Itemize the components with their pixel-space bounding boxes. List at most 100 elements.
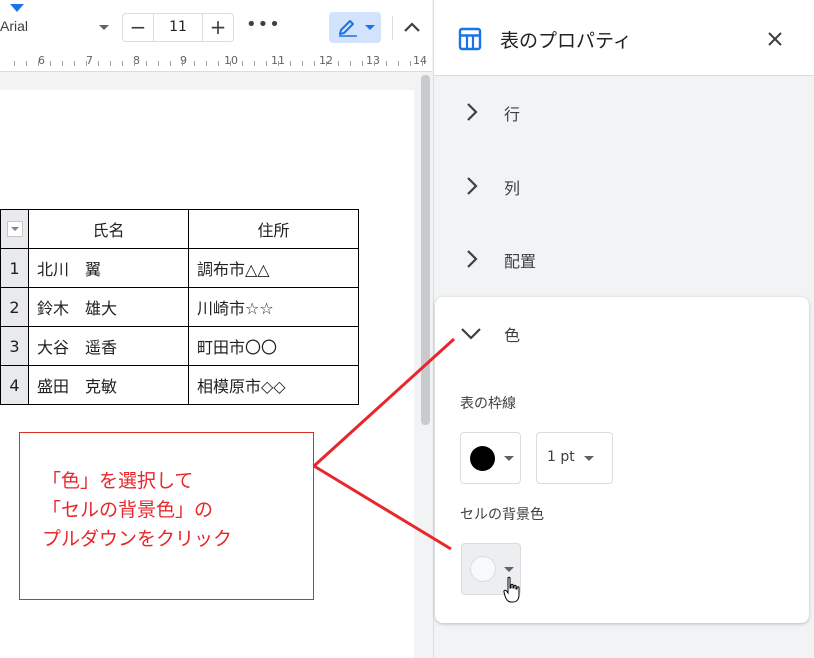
ruler-tick bbox=[350, 61, 351, 66]
ruler-tick bbox=[146, 61, 147, 66]
border-color-dropdown[interactable] bbox=[460, 432, 521, 484]
ruler-tick bbox=[86, 61, 87, 66]
pencil-icon bbox=[339, 20, 357, 37]
document-table[interactable]: 氏名 住所 1 北川 翼 調布市△△ 2 鈴木 雄大 川崎市☆☆ 3 大谷 遥香… bbox=[0, 209, 359, 405]
editing-mode-button[interactable] bbox=[329, 12, 381, 43]
name-cell[interactable]: 盛田 克敏 bbox=[28, 365, 189, 405]
section-color-label: 色 bbox=[504, 326, 521, 345]
ruler-number: 6 bbox=[38, 54, 45, 67]
increase-font-size-button[interactable]: + bbox=[203, 14, 233, 41]
table-row: 3 大谷 遥香 町田市〇〇 bbox=[0, 326, 359, 366]
table-header-row: 氏名 住所 bbox=[0, 209, 359, 249]
row-number[interactable]: 2 bbox=[0, 287, 29, 327]
ruler-tick bbox=[206, 61, 207, 66]
ruler-tick bbox=[362, 61, 363, 66]
font-size-stepper: − 11 + bbox=[122, 13, 234, 42]
ruler-tick bbox=[266, 61, 267, 66]
ruler-tick bbox=[302, 61, 303, 66]
section-alignment-label: 配置 bbox=[504, 252, 537, 271]
annotation-box: 「色」を選択して 「セルの背景色」の プルダウンをクリック bbox=[19, 432, 314, 600]
ruler-tick bbox=[62, 61, 63, 66]
ruler-tick bbox=[26, 61, 27, 66]
ruler-tick bbox=[122, 61, 123, 66]
ruler-tick bbox=[14, 61, 15, 66]
ruler-tick bbox=[110, 61, 111, 66]
header-cell-name[interactable]: 氏名 bbox=[28, 209, 189, 249]
row-number[interactable]: 4 bbox=[0, 365, 29, 405]
ruler-tick bbox=[170, 61, 171, 66]
header-cell-address[interactable]: 住所 bbox=[188, 209, 359, 249]
document-scrollbar[interactable] bbox=[421, 75, 430, 425]
ruler-tick bbox=[422, 61, 423, 66]
chevron-up-icon[interactable] bbox=[403, 19, 421, 35]
ruler-tick bbox=[386, 61, 387, 66]
border-color-swatch bbox=[470, 446, 495, 471]
ruler-tick bbox=[182, 61, 183, 66]
more-options-button[interactable]: ••• bbox=[246, 14, 281, 35]
table-border-label: 表の枠線 bbox=[460, 396, 516, 412]
table-row: 4 盛田 克敏 相模原市◇◇ bbox=[0, 365, 359, 405]
row-number[interactable]: 3 bbox=[0, 326, 29, 366]
ruler-tick bbox=[50, 61, 51, 66]
annotation-text: 「色」を選択して 「セルの背景色」の プルダウンをクリック bbox=[42, 470, 233, 550]
editing-mode-dropdown-icon bbox=[365, 25, 375, 30]
ruler-tick bbox=[278, 61, 279, 66]
cell-background-swatch bbox=[470, 556, 496, 582]
section-row-label: 行 bbox=[504, 105, 521, 124]
table-row: 1 北川 翼 調布市△△ bbox=[0, 248, 359, 288]
section-color-header[interactable] bbox=[435, 297, 809, 367]
ruler-tick bbox=[134, 61, 135, 66]
ruler-tick bbox=[230, 61, 231, 66]
chevron-down-icon bbox=[461, 328, 481, 340]
address-cell[interactable]: 相模原市◇◇ bbox=[188, 365, 359, 405]
ruler-tick bbox=[158, 61, 159, 66]
decrease-font-size-button[interactable]: − bbox=[123, 14, 153, 41]
table-icon bbox=[458, 27, 482, 51]
ruler-number: 10 bbox=[224, 54, 238, 67]
dropdown-arrow-icon bbox=[504, 456, 514, 461]
chevron-right-icon bbox=[467, 250, 478, 268]
ruler-tick bbox=[374, 61, 375, 66]
table-row: 2 鈴木 雄大 川崎市☆☆ bbox=[0, 287, 359, 327]
chevron-right-icon bbox=[467, 177, 478, 195]
ruler-tick bbox=[290, 61, 291, 66]
address-cell[interactable]: 町田市〇〇 bbox=[188, 326, 359, 366]
close-icon[interactable] bbox=[768, 32, 782, 46]
dropdown-arrow-icon bbox=[504, 567, 514, 572]
name-cell[interactable]: 北川 翼 bbox=[28, 248, 189, 288]
section-alignment-header[interactable] bbox=[434, 223, 814, 295]
ruler-number: 14 bbox=[413, 54, 427, 67]
ruler-tick bbox=[326, 61, 327, 66]
ruler: 6 7 8 9 10 11 12 13 14 bbox=[0, 54, 432, 72]
address-cell[interactable]: 川崎市☆☆ bbox=[188, 287, 359, 327]
ruler-tick bbox=[314, 61, 315, 66]
ruler-tick bbox=[38, 61, 39, 66]
font-size-input[interactable]: 11 bbox=[153, 14, 203, 41]
ruler-tick bbox=[398, 61, 399, 66]
ruler-tick bbox=[338, 61, 339, 66]
dropdown-arrow-icon bbox=[584, 456, 594, 461]
address-cell[interactable]: 調布市△△ bbox=[188, 248, 359, 288]
font-name-select[interactable]: Arial bbox=[0, 18, 28, 34]
section-row-header[interactable] bbox=[434, 76, 814, 148]
chevron-right-icon bbox=[467, 103, 478, 121]
table-corner-cell[interactable] bbox=[0, 209, 29, 249]
font-dropdown-icon[interactable] bbox=[99, 25, 109, 30]
row-number[interactable]: 1 bbox=[0, 248, 29, 288]
toolbar-divider bbox=[392, 16, 393, 40]
ruler-tick bbox=[194, 61, 195, 66]
name-cell[interactable]: 大谷 遥香 bbox=[28, 326, 189, 366]
border-width-dropdown[interactable]: 1 pt bbox=[536, 432, 613, 484]
cell-background-label: セルの背景色 bbox=[460, 507, 544, 523]
name-cell[interactable]: 鈴木 雄大 bbox=[28, 287, 189, 327]
ruler-number: 7 bbox=[86, 54, 93, 67]
ruler-tick bbox=[218, 61, 219, 66]
indent-marker[interactable] bbox=[10, 4, 24, 12]
ruler-tick bbox=[242, 61, 243, 66]
section-column-header[interactable] bbox=[434, 150, 814, 222]
panel-title: 表のプロパティ bbox=[500, 30, 632, 52]
ruler-tick bbox=[98, 61, 99, 66]
ruler-tick bbox=[74, 61, 75, 66]
table-menu-icon[interactable] bbox=[6, 221, 23, 237]
section-column-label: 列 bbox=[504, 179, 521, 198]
